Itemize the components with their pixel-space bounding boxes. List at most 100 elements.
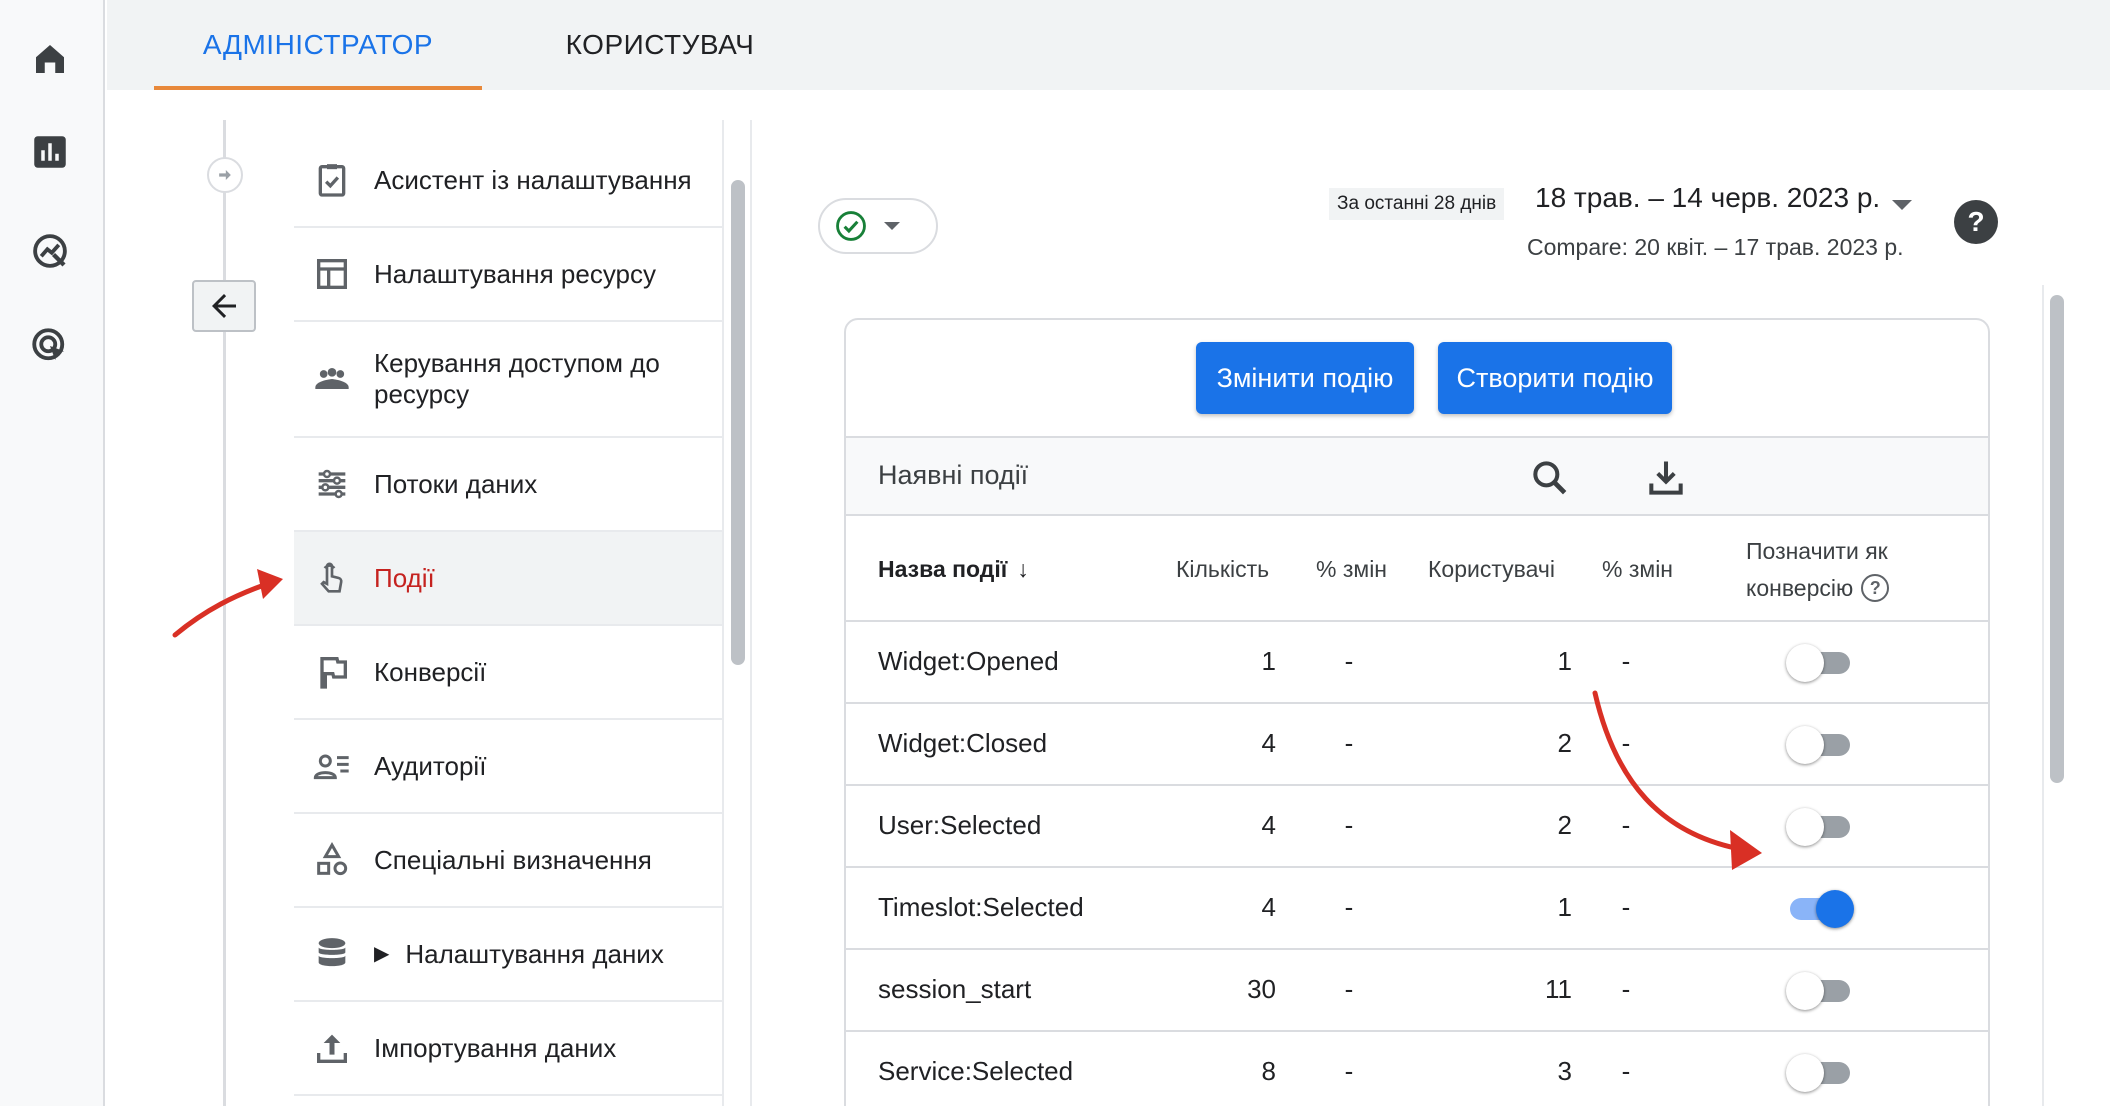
conversion-toggle[interactable] [1786,806,1852,846]
nav-item-label: Асистент із налаштування [374,164,692,195]
nav-item-conversions[interactable]: Конверсії [294,626,725,720]
column-header-label: Назва події [878,556,1008,582]
chevron-down-icon [884,222,900,230]
create-event-button[interactable]: Створити подію [1438,342,1672,414]
nav-item-setup-assistant[interactable]: Асистент із налаштування [294,134,725,228]
nav-item-data-streams[interactable]: Потоки даних [294,438,725,532]
home-icon[interactable] [27,36,73,82]
event-count-change: - [1344,810,1354,840]
event-users-change: - [1621,892,1631,922]
expand-arrow-icon[interactable]: ▶ [374,939,389,970]
toggle-knob [1816,890,1854,928]
nav-item-events[interactable]: Події [294,532,725,626]
layout-icon [310,252,354,296]
column-header-users[interactable]: Користувачі [1428,556,1555,583]
date-preset-badge: За останні 28 днів [1329,188,1505,220]
nav-item-label: Конверсії [374,656,487,687]
help-outline-icon[interactable]: ? [1861,574,1890,602]
arrow-down-icon: ↓ [1017,556,1029,582]
toggle-knob [1786,1054,1824,1092]
column-header-conversion-line2: конверсію ? [1746,574,1890,602]
bar-chart-icon[interactable] [27,129,73,175]
shapes-icon [310,838,354,882]
nav-scrollbar[interactable] [722,120,752,1106]
event-name: Widget:Opened [878,646,1059,676]
nav-item-label: Налаштування даних [405,938,664,969]
table-row: Widget:Opened 1 - 1 - [846,622,1988,704]
date-range[interactable]: 18 трав. – 14 черв. 2023 р. [1535,182,1880,214]
nav-item-audiences[interactable]: Аудиторії [294,720,725,814]
arrow-right-circle-icon [207,157,243,193]
main-content: За останні 28 днів 18 трав. – 14 черв. 2… [752,90,2110,1106]
main-scrollbar-thumb[interactable] [2050,295,2064,783]
event-count-change: - [1344,728,1354,758]
column-header-count[interactable]: Кількість [1176,556,1269,583]
column-header-label: конверсію [1746,574,1854,601]
event-count: 8 [1261,1056,1276,1086]
event-name: Service:Selected [878,1056,1074,1086]
conversion-toggle[interactable] [1786,970,1852,1010]
event-users: 11 [1545,974,1572,1004]
column-header-conversion: Позначити як [1746,538,1888,564]
check-circle-icon [836,211,866,241]
event-name: Timeslot:Selected [878,892,1084,922]
event-count-change: - [1344,974,1354,1004]
card-title: Наявні події [878,460,1029,490]
clipboard-check-icon [310,158,354,202]
tab-administrator[interactable]: АДМІНІСТРАТОР [154,0,482,90]
admin-tabs-bar: АДМІНІСТРАТОР КОРИСТУВАЧ [107,0,2110,90]
upload-icon [310,1026,354,1070]
advertising-icon[interactable] [27,323,73,369]
explore-icon[interactable] [27,228,73,274]
nav-item-access-management[interactable]: Керування доступом до ресурсу [294,322,725,438]
edit-event-button[interactable]: Змінити подію [1196,342,1414,414]
event-users-change: - [1621,810,1631,840]
event-users-change: - [1621,1056,1631,1086]
property-nav-panel: Асистент із налаштування Налаштування ре… [155,120,725,1106]
conversion-toggle[interactable] [1786,642,1852,682]
events-card: Змінити подію Створити подію Наявні поді… [844,318,1990,1106]
nav-item-label: Налаштування ресурсу [374,258,657,289]
event-count: 1 [1261,646,1276,676]
table-row: User:Selected 4 - 2 - [846,786,1988,868]
toggle-knob [1786,808,1824,846]
table-row: Widget:Closed 4 - 2 - [846,704,1988,786]
event-users-change: - [1621,646,1631,676]
back-button[interactable] [192,280,256,332]
tab-user[interactable]: КОРИСТУВАЧ [515,0,805,90]
comparison-filter-chip[interactable] [818,198,938,254]
date-dropdown-arrow-icon[interactable] [1892,200,1912,210]
main-scrollbar[interactable] [2042,285,2070,1106]
search-icon[interactable] [1528,456,1572,500]
compare-range: Compare: 20 квіт. – 17 трав. 2023 р. [1527,234,1904,260]
table-row: Timeslot:Selected 4 - 1 - [846,868,1988,950]
table-row: session_start 30 - 11 - [846,950,1988,1032]
toggle-knob [1786,972,1824,1010]
help-icon[interactable]: ? [1954,200,1998,244]
nav-tree-line [223,120,226,1106]
nav-item-custom-definitions[interactable]: Спеціальні визначення [294,814,725,908]
card-header: Наявні події [846,436,1988,516]
nav-item-property-settings[interactable]: Налаштування ресурсу [294,228,725,322]
toggle-knob [1786,726,1824,764]
event-count: 4 [1261,810,1276,840]
conversion-toggle[interactable] [1786,1052,1852,1092]
arrow-back-icon [212,294,236,318]
left-rail [0,0,105,1106]
nav-item-data-import[interactable]: Імпортування даних [294,1002,725,1096]
download-icon[interactable] [1644,456,1688,500]
touch-icon [310,556,354,600]
flag-icon [310,650,354,694]
event-users: 2 [1557,810,1572,840]
column-header-users-change[interactable]: % змін [1602,556,1673,583]
nav-item-data-settings[interactable]: ▶ Налаштування даних [294,908,725,1002]
toggle-knob [1786,644,1824,682]
nav-item-label: Керування доступом до ресурсу [374,348,660,409]
conversion-toggle[interactable] [1786,724,1852,764]
column-header-event-name[interactable]: Назва події ↓ [878,556,1029,583]
ga4-admin-events-page: АДМІНІСТРАТОР КОРИСТУВАЧ Асистент із нал… [0,0,2110,1106]
column-header-count-change[interactable]: % змін [1316,556,1387,583]
nav-scrollbar-thumb[interactable] [731,180,745,665]
conversion-toggle[interactable] [1786,888,1854,928]
nav-item-label: Аудиторії [374,750,487,781]
